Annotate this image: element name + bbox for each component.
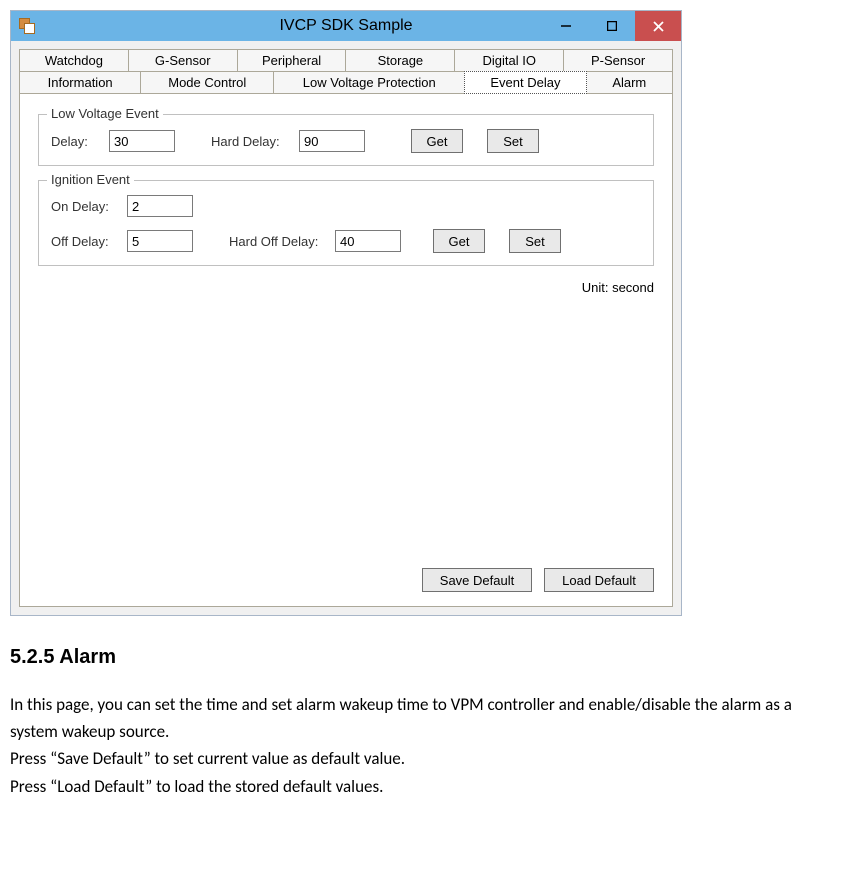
set-button[interactable]: Set (487, 129, 539, 153)
maximize-button[interactable] (589, 11, 635, 41)
tab-event-delay[interactable]: Event Delay (464, 71, 586, 94)
app-icon (19, 18, 35, 34)
group-legend: Ignition Event (47, 172, 134, 187)
tabpanel-event-delay: Low Voltage Event Delay: Hard Delay: Get… (19, 93, 673, 607)
group-legend: Low Voltage Event (47, 106, 163, 121)
doc-paragraph: In this page, you can set the time and s… (10, 691, 834, 745)
app-window: IVCP SDK Sample Watchdog G-Sensor Periph… (10, 10, 682, 616)
load-default-button[interactable]: Load Default (544, 568, 654, 592)
tab-information[interactable]: Information (19, 71, 141, 94)
minimize-button[interactable] (543, 11, 589, 41)
window-controls (543, 11, 681, 41)
client-area: Watchdog G-Sensor Peripheral Storage Dig… (11, 41, 681, 615)
delay-input[interactable] (109, 130, 175, 152)
doc-paragraph: Press “Load Default” to load the stored … (10, 773, 834, 800)
close-button[interactable] (635, 11, 681, 41)
group-ignition-event: Ignition Event On Delay: Off Delay: Hard… (38, 180, 654, 266)
tab-p-sensor[interactable]: P-Sensor (563, 49, 673, 71)
minimize-icon (561, 21, 571, 31)
tab-watchdog[interactable]: Watchdog (19, 49, 129, 71)
hard-off-delay-label: Hard Off Delay: (229, 234, 327, 249)
titlebar[interactable]: IVCP SDK Sample (11, 11, 681, 41)
delay-label: Delay: (51, 134, 101, 149)
bottom-buttons: Save Default Load Default (422, 568, 654, 592)
group-low-voltage-event: Low Voltage Event Delay: Hard Delay: Get… (38, 114, 654, 166)
hard-off-delay-input[interactable] (335, 230, 401, 252)
tab-digital-io[interactable]: Digital IO (454, 49, 564, 71)
tab-alarm[interactable]: Alarm (586, 71, 673, 94)
off-delay-input[interactable] (127, 230, 193, 252)
on-delay-label: On Delay: (51, 199, 119, 214)
doc-text: In this page, you can set the time and s… (10, 691, 834, 800)
tab-storage[interactable]: Storage (345, 49, 455, 71)
save-default-button[interactable]: Save Default (422, 568, 532, 592)
tabstrip: Watchdog G-Sensor Peripheral Storage Dig… (19, 49, 673, 94)
get-button[interactable]: Get (411, 129, 463, 153)
hard-delay-label: Hard Delay: (211, 134, 291, 149)
maximize-icon (607, 21, 617, 31)
tab-g-sensor[interactable]: G-Sensor (128, 49, 238, 71)
tab-low-voltage-protection[interactable]: Low Voltage Protection (273, 71, 465, 94)
tab-peripheral[interactable]: Peripheral (237, 49, 347, 71)
doc-heading: 5.2.5 Alarm (10, 646, 834, 669)
set-button[interactable]: Set (509, 229, 561, 253)
get-button[interactable]: Get (433, 229, 485, 253)
hard-delay-input[interactable] (299, 130, 365, 152)
tab-mode-control[interactable]: Mode Control (140, 71, 274, 94)
on-delay-input[interactable] (127, 195, 193, 217)
close-icon (653, 21, 664, 32)
unit-text: Unit: second (38, 280, 654, 295)
doc-paragraph: Press “Save Default” to set current valu… (10, 745, 834, 772)
off-delay-label: Off Delay: (51, 234, 119, 249)
